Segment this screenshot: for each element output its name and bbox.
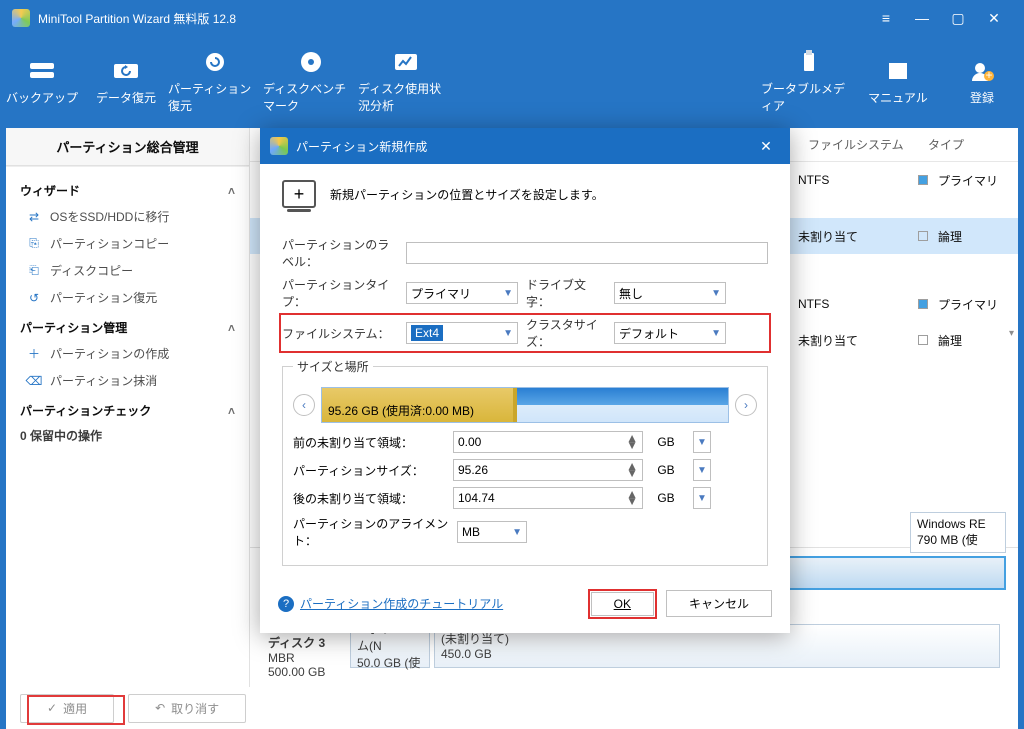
label-drive-letter: ドライブ文字： (526, 276, 606, 310)
size-input[interactable]: 95.26▲▼ (453, 459, 643, 481)
filesystem-select[interactable]: Ext4▼ (406, 322, 518, 344)
unit-select[interactable]: ▼ (693, 431, 711, 453)
label-cluster: クラスタサイズ： (526, 316, 606, 350)
dialog-description: 新規パーティションの位置とサイズを設定します。 (330, 186, 604, 203)
chevron-down-icon: ▼ (512, 527, 522, 538)
chevron-down-icon: ▼ (711, 328, 721, 339)
label-size: パーティションサイズ： (293, 462, 453, 479)
slider-prev-button[interactable]: ‹ (293, 394, 315, 416)
label-filesystem: ファイルシステム： (282, 325, 398, 342)
label-before: 前の未割り当て領域： (293, 434, 453, 451)
size-slider[interactable]: 95.26 GB (使用済:0.00 MB) (321, 387, 729, 423)
unit-select[interactable]: ▼ (693, 459, 711, 481)
dialog-close-button[interactable]: ✕ (752, 138, 780, 155)
label-after: 後の未割り当て領域： (293, 490, 453, 507)
alignment-select[interactable]: MB▼ (457, 521, 527, 543)
label-partition-type: パーティションタイプ： (282, 276, 398, 310)
before-input[interactable]: 0.00▲▼ (453, 431, 643, 453)
partition-icon: + (282, 180, 316, 208)
tutorial-link[interactable]: ?パーティション作成のチュートリアル (278, 595, 503, 612)
ok-button[interactable]: OK (591, 592, 654, 616)
label-alignment: パーティションのアライメント： (293, 515, 449, 549)
after-input[interactable]: 104.74▲▼ (453, 487, 643, 509)
label-partition-label: パーティションのラベル： (282, 236, 398, 270)
chevron-down-icon: ▼ (503, 288, 513, 299)
dialog-titlebar: パーティション新規作成 ✕ (260, 128, 790, 164)
chevron-down-icon: ▼ (503, 328, 513, 339)
create-partition-dialog: パーティション新規作成 ✕ + 新規パーティションの位置とサイズを設定します。 … (260, 128, 790, 633)
cancel-button[interactable]: キャンセル (666, 590, 772, 617)
chevron-down-icon: ▼ (711, 288, 721, 299)
group-size-location: サイズと場所 (293, 358, 373, 375)
drive-letter-select[interactable]: 無し▼ (614, 282, 726, 304)
slider-next-button[interactable]: › (735, 394, 757, 416)
dialog-title: パーティション新規作成 (296, 138, 427, 155)
help-icon: ? (278, 596, 294, 612)
cluster-size-select[interactable]: デフォルト▼ (614, 322, 726, 344)
partition-type-select[interactable]: プライマリ▼ (406, 282, 518, 304)
dialog-logo-icon (270, 137, 288, 155)
unit-select[interactable]: ▼ (693, 487, 711, 509)
partition-label-input[interactable] (406, 242, 768, 264)
